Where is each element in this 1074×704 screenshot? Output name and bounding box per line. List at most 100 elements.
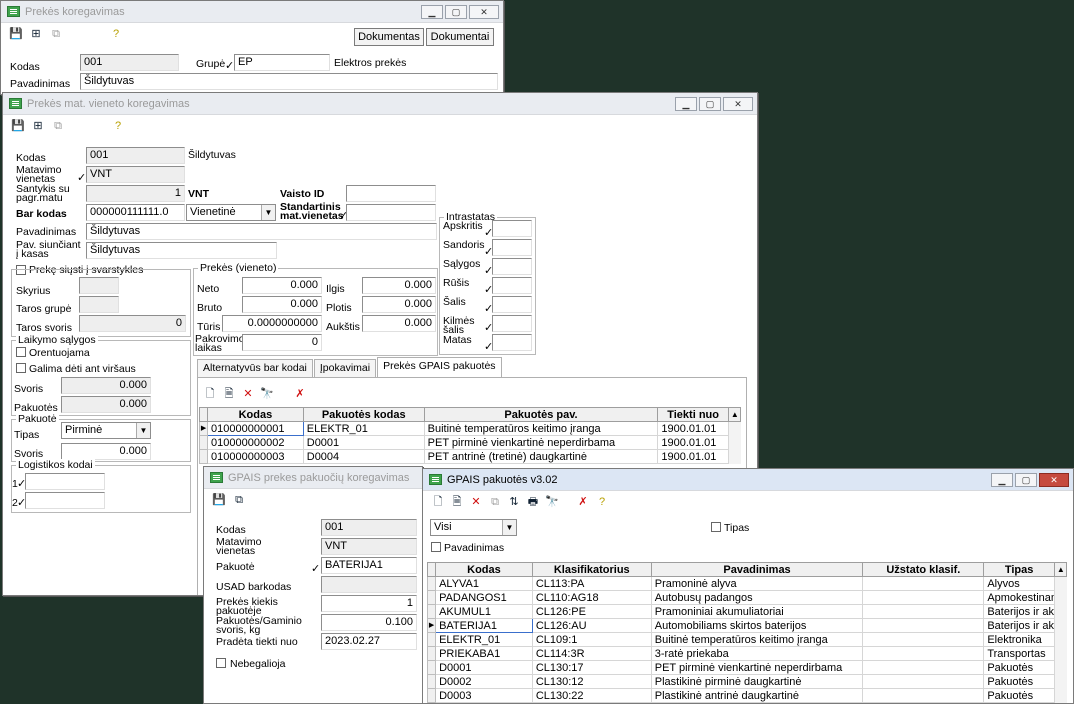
tree-icon[interactable]: ⊞ (31, 120, 45, 133)
intrastatas-item-field[interactable] (492, 239, 532, 256)
logistikos-2-field[interactable] (25, 492, 105, 509)
table-cell[interactable]: Autobusų padangos (650, 590, 864, 605)
scrollbar-track[interactable] (728, 449, 741, 464)
table-cell[interactable]: PET pirminė vienkartinė neperdirbama (423, 435, 659, 450)
intrastatas-item-field[interactable] (492, 315, 532, 332)
intrastatas-item-field[interactable] (492, 334, 532, 351)
table-cell[interactable]: CL130:17 (531, 660, 652, 675)
clear-filter-icon[interactable]: ✗ (293, 388, 307, 401)
orentuojama-checkbox[interactable] (16, 347, 26, 357)
kiekis-field[interactable]: 1 (321, 595, 417, 612)
table-cell[interactable]: Plastikinė antrinė daugkartinė (650, 688, 864, 703)
save-icon[interactable]: 💾 (9, 28, 23, 41)
table-cell[interactable]: Baterijos ir aku (983, 604, 1055, 619)
pavadinimas-field[interactable]: Šildytuvas (86, 223, 437, 240)
table-row[interactable]: 010000000002 D0001 PET pirminė vienkartinė… (198, 435, 741, 450)
table-cell[interactable]: CL130:12 (531, 674, 652, 689)
table-row[interactable]: ▶ BATERIJA1 CL126:AU Automobiliams skirtos … (426, 618, 1067, 633)
intrastatas-item-field[interactable] (492, 277, 532, 294)
nebegalioja-checkbox[interactable] (216, 658, 226, 668)
scrollbar-track[interactable] (1054, 674, 1067, 689)
svoris-field[interactable]: 0.100 (321, 614, 417, 631)
table-cell[interactable]: AKUMUL1 (435, 604, 533, 619)
table-cell[interactable]: Automobiliams skirtos baterijos (650, 618, 864, 633)
minimize-button[interactable]: ▁ (991, 472, 1013, 487)
pavadinimas-checkbox[interactable] (431, 542, 441, 552)
table-cell[interactable]: CL126:AU (531, 618, 652, 633)
delete-icon[interactable]: ✕ (469, 496, 483, 509)
column-header[interactable]: Tipas (983, 562, 1055, 577)
pavadinimas-field[interactable]: Šildytuvas (80, 73, 498, 90)
table-cell[interactable]: 1900.01.01 (657, 435, 729, 450)
tree-icon[interactable]: ⊞ (29, 28, 43, 41)
santykis-field[interactable]: 1 (86, 185, 185, 202)
table-cell[interactable] (862, 674, 985, 689)
laikymo-svoris-field[interactable]: 0.000 (61, 377, 151, 394)
maximize-button[interactable]: ▢ (1015, 472, 1037, 487)
table-cell[interactable]: D0001 (435, 660, 533, 675)
table-row[interactable]: ▶ 010000000001 ELEKTR_01 Buitinė temperatūr… (198, 421, 741, 436)
table-cell[interactable]: Pakuotės (983, 660, 1055, 675)
bruto-field[interactable]: 0.000 (242, 296, 322, 313)
table-cell[interactable]: CL109:1 (531, 632, 652, 647)
table-cell[interactable]: D0003 (435, 688, 533, 703)
table-cell[interactable]: ELEKTR_01 (302, 421, 425, 436)
column-header[interactable]: Pakuotės kodas (302, 407, 425, 422)
intrastatas-item-field[interactable] (492, 220, 532, 237)
scrollbar-track[interactable] (1054, 632, 1067, 647)
scroll-up-icon[interactable]: ▲ (727, 407, 742, 422)
scroll-up-icon[interactable]: ▲ (1053, 562, 1068, 577)
scrollbar-track[interactable] (1054, 590, 1067, 605)
scrollbar-track[interactable] (1054, 660, 1067, 675)
table-cell[interactable]: 1900.01.01 (657, 421, 729, 436)
table-cell[interactable]: BATERIJA1 (435, 618, 533, 633)
close-button[interactable]: ✕ (469, 4, 499, 19)
standartinis-field[interactable] (346, 204, 436, 221)
table-cell[interactable] (862, 618, 985, 633)
skyrius-field[interactable] (79, 277, 119, 294)
close-button[interactable]: ✕ (723, 96, 753, 111)
help-icon[interactable]: ? (109, 28, 123, 41)
kodas-field[interactable]: 001 (321, 519, 417, 536)
table-cell[interactable] (862, 590, 985, 605)
table-cell[interactable]: CL114:3R (531, 646, 652, 661)
filter-select[interactable]: Visi ▼ (430, 519, 517, 536)
kodas-field[interactable]: 001 (80, 54, 179, 71)
table-cell[interactable]: Buitinė temperatūros keitimo įranga (650, 632, 864, 647)
bar-type-select[interactable]: Vienetinė ▼ (186, 204, 276, 221)
tipas-checkbox[interactable] (711, 522, 721, 532)
minimize-button[interactable]: ▁ (421, 4, 443, 19)
grupe-field[interactable]: EP (234, 54, 330, 71)
dokumentas-button[interactable]: Dokumentas (354, 28, 424, 46)
save-icon[interactable]: 💾 (212, 494, 226, 507)
scrollbar-track[interactable] (1054, 688, 1067, 703)
table-cell[interactable]: Pakuotės (983, 688, 1055, 703)
table-cell[interactable]: Pakuotės (983, 674, 1055, 689)
matavimo-field[interactable]: VNT (86, 166, 185, 183)
table-cell[interactable] (862, 688, 985, 703)
matavimo-field[interactable]: VNT (321, 538, 417, 555)
column-header[interactable]: Tiekti nuo (657, 407, 729, 422)
close-button[interactable]: ✕ (1039, 472, 1069, 487)
scrollbar-track[interactable] (1054, 604, 1067, 619)
intrastatas-item-field[interactable] (492, 258, 532, 275)
column-header[interactable]: Užstato klasif. (862, 562, 985, 577)
column-header[interactable]: Kodas (435, 562, 533, 577)
tipas-select[interactable]: Pirminė ▼ (61, 422, 151, 439)
table-row[interactable]: PADANGOS1 CL110:AG18 Autobusų padangos Apmo… (426, 590, 1067, 605)
table-cell[interactable]: 3-ratė priekaba (650, 646, 864, 661)
table-cell[interactable]: PRIEKABA1 (435, 646, 533, 661)
help-icon[interactable]: ? (595, 496, 609, 509)
table-cell[interactable] (862, 646, 985, 661)
column-header[interactable]: Klasifikatorius (531, 562, 652, 577)
kodas-field[interactable]: 001 (86, 147, 185, 164)
table-cell[interactable]: 010000000001 (207, 421, 304, 436)
tab-gpais[interactable]: Prekės GPAIS pakuotės (377, 357, 502, 377)
print-icon[interactable]: 🖶 (526, 496, 540, 509)
tab-alternatyvus[interactable]: Alternatyvūs bar kodai (197, 359, 313, 377)
find-icon[interactable]: 🔭 (545, 496, 559, 509)
save-icon[interactable]: 💾 (11, 120, 25, 133)
table-cell[interactable]: Pramoninė alyva (650, 576, 864, 591)
maximize-button[interactable]: ▢ (445, 4, 467, 19)
table-cell[interactable]: CL130:22 (531, 688, 652, 703)
